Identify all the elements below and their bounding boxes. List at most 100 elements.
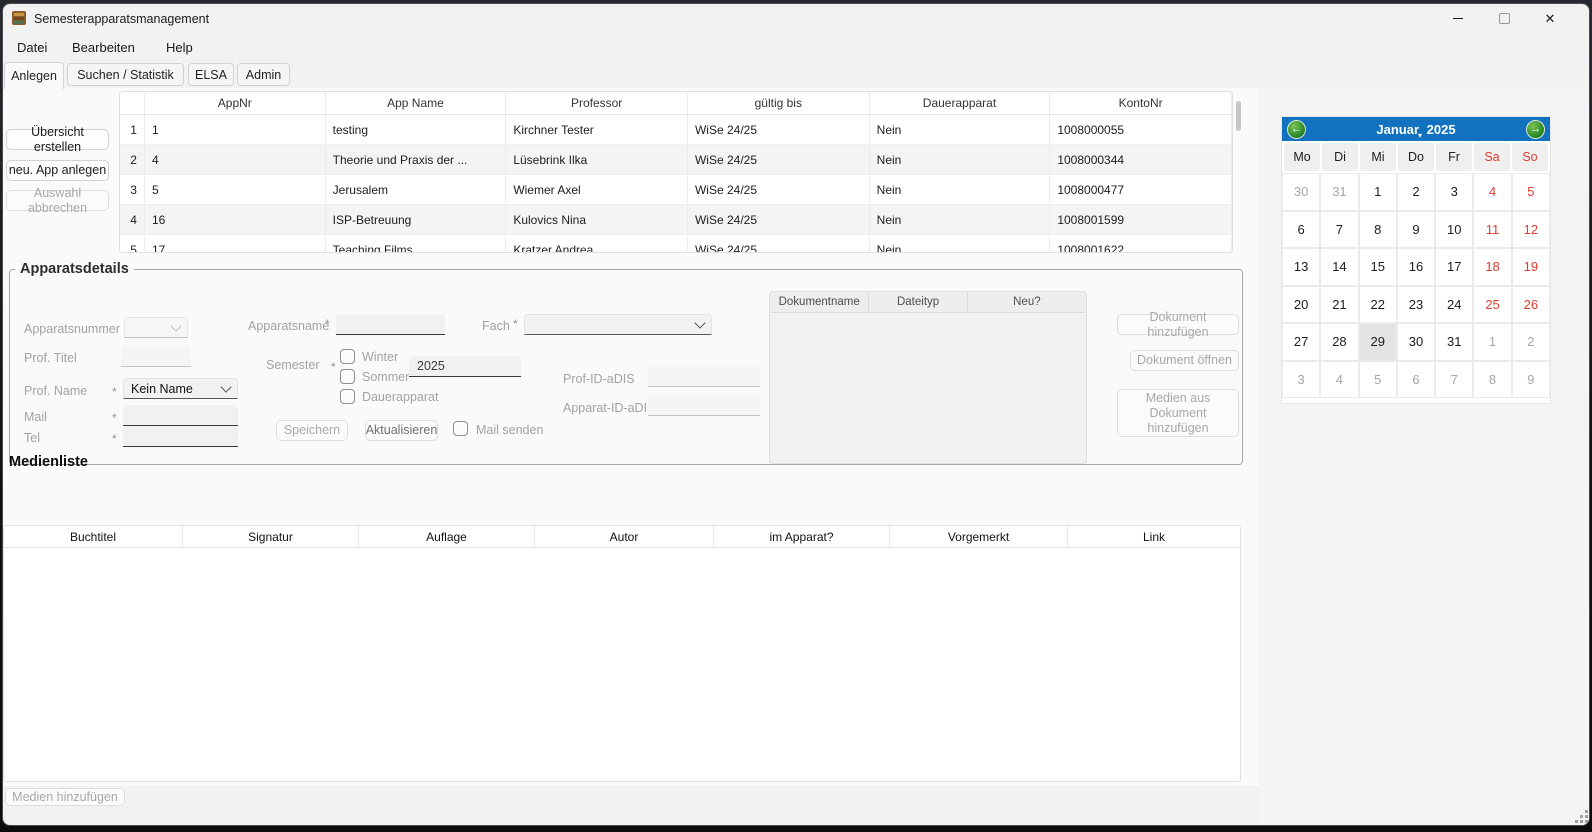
medien-aus-dokument-button[interactable]: Medien aus Dokument hinzufügen xyxy=(1117,389,1239,437)
speichern-button[interactable]: Speichern xyxy=(276,420,348,441)
calendar-day-cell[interactable]: 31 xyxy=(1320,173,1358,211)
calendar-day-cell[interactable]: 28 xyxy=(1320,323,1358,361)
calendar-day-cell[interactable]: 19 xyxy=(1512,248,1550,286)
calendar-day-cell[interactable]: 7 xyxy=(1435,361,1473,399)
calendar-day-cell[interactable]: 7 xyxy=(1320,211,1358,249)
calendar-day-cell[interactable]: 3 xyxy=(1282,361,1320,399)
media-col-header[interactable]: Vorgemerkt xyxy=(890,526,1068,548)
app-table-col-header[interactable]: AppNr xyxy=(145,92,326,114)
mail-field[interactable] xyxy=(123,405,238,426)
calendar-prev-icon[interactable]: ← xyxy=(1287,120,1306,139)
menu-bearbeiten[interactable]: Bearbeiten xyxy=(66,37,141,58)
menu-datei[interactable]: Datei xyxy=(11,37,53,58)
sommer-checkbox[interactable] xyxy=(340,369,355,384)
media-col-header[interactable]: Autor xyxy=(535,526,714,548)
tab-suchen-statistik[interactable]: Suchen / Statistik xyxy=(67,63,184,86)
table-row[interactable]: 11testingKirchner TesterWiSe 24/25Nein10… xyxy=(120,115,1232,145)
resize-grip[interactable] xyxy=(1575,810,1589,824)
media-col-header[interactable]: Signatur xyxy=(183,526,359,548)
calendar-day-cell[interactable]: 14 xyxy=(1320,248,1358,286)
dauerapparat-checkbox[interactable] xyxy=(340,389,355,404)
table-row[interactable]: 517Teaching FilmsKratzer AndreaWiSe 24/2… xyxy=(120,235,1232,253)
calendar-day-cell[interactable]: 22 xyxy=(1359,286,1397,324)
calendar-day-cell[interactable]: 8 xyxy=(1473,361,1511,399)
mail-senden-checkbox[interactable] xyxy=(453,421,468,436)
calendar-day-cell[interactable]: 6 xyxy=(1397,361,1435,399)
dokument-hinzufuegen-button[interactable]: Dokument hinzufügen xyxy=(1117,314,1239,335)
calendar-title[interactable]: Januar▾ 2025 xyxy=(1376,122,1455,137)
media-col-header[interactable]: Buchtitel xyxy=(4,526,183,548)
prof-id-adis-field[interactable] xyxy=(648,366,760,387)
year-field[interactable]: 2025 xyxy=(409,356,521,377)
apparatsname-field[interactable] xyxy=(336,314,445,335)
calendar-day-cell[interactable]: 4 xyxy=(1320,361,1358,399)
app-table-col-header[interactable]: Dauerapparat xyxy=(870,92,1051,114)
tab-admin[interactable]: Admin xyxy=(237,63,290,86)
auswahl-abbrechen-button[interactable]: Auswahl abbrechen xyxy=(6,190,109,211)
prof-titel-field[interactable] xyxy=(121,346,191,367)
aktualisieren-button[interactable]: Aktualisieren xyxy=(365,420,438,441)
calendar-day-cell[interactable]: 10 xyxy=(1435,211,1473,249)
menu-help[interactable]: Help xyxy=(160,37,199,58)
dokument-oeffnen-button[interactable]: Dokument öffnen xyxy=(1130,350,1239,371)
calendar-day-cell[interactable]: 29 xyxy=(1359,323,1397,361)
prof-name-combobox[interactable]: Kein Name xyxy=(123,378,238,399)
calendar-day-cell[interactable]: 25 xyxy=(1473,286,1511,324)
table-row[interactable]: 24Theorie und Praxis der ...Lüsebrink Il… xyxy=(120,145,1232,175)
calendar-day-cell[interactable]: 12 xyxy=(1512,211,1550,249)
calendar-day-cell[interactable]: 5 xyxy=(1512,173,1550,211)
calendar-day-cell[interactable]: 11 xyxy=(1473,211,1511,249)
calendar-day-cell[interactable]: 6 xyxy=(1282,211,1320,249)
calendar-day-cell[interactable]: 4 xyxy=(1473,173,1511,211)
document-col-header[interactable]: Dokumentname xyxy=(770,292,869,313)
document-col-header[interactable]: Neu? xyxy=(968,292,1086,313)
calendar-day-cell[interactable]: 1 xyxy=(1473,323,1511,361)
calendar-day-cell[interactable]: 24 xyxy=(1435,286,1473,324)
app-table-scrollbar[interactable] xyxy=(1236,101,1241,131)
calendar-day-cell[interactable]: 21 xyxy=(1320,286,1358,324)
winter-checkbox[interactable] xyxy=(340,349,355,364)
calendar-day-cell[interactable]: 18 xyxy=(1473,248,1511,286)
calendar-day-cell[interactable]: 9 xyxy=(1512,361,1550,399)
apparat-id-adis-field[interactable] xyxy=(648,395,760,416)
calendar-day-cell[interactable]: 2 xyxy=(1512,323,1550,361)
medien-hinzufuegen-button[interactable]: Medien hinzufügen xyxy=(5,788,125,806)
calendar-day-cell[interactable]: 31 xyxy=(1435,323,1473,361)
close-button[interactable]: ✕ xyxy=(1527,4,1573,32)
app-table-col-header[interactable]: KontoNr xyxy=(1050,92,1232,114)
calendar-day-cell[interactable]: 13 xyxy=(1282,248,1320,286)
calendar-day-cell[interactable]: 8 xyxy=(1359,211,1397,249)
table-row[interactable]: 416ISP-BetreuungKulovics NinaWiSe 24/25N… xyxy=(120,205,1232,235)
calendar-day-cell[interactable]: 5 xyxy=(1359,361,1397,399)
calendar-day-cell[interactable]: 9 xyxy=(1397,211,1435,249)
calendar-day-cell[interactable]: 26 xyxy=(1512,286,1550,324)
media-col-header[interactable]: Auflage xyxy=(359,526,535,548)
calendar-day-cell[interactable]: 30 xyxy=(1282,173,1320,211)
tab-elsa[interactable]: ELSA xyxy=(188,63,234,86)
media-col-header[interactable]: Link xyxy=(1068,526,1240,548)
fach-combobox[interactable] xyxy=(524,314,712,335)
apparatsnummer-combobox[interactable] xyxy=(124,317,188,338)
calendar-next-icon[interactable]: → xyxy=(1526,120,1545,139)
app-table-col-header[interactable]: Professor xyxy=(506,92,688,114)
uebersicht-erstellen-button[interactable]: Übersicht erstellen xyxy=(6,129,109,150)
app-table-col-header[interactable]: gültig bis xyxy=(688,92,870,114)
calendar-day-cell[interactable]: 23 xyxy=(1397,286,1435,324)
table-row[interactable]: 35JerusalemWiemer AxelWiSe 24/25Nein1008… xyxy=(120,175,1232,205)
calendar-day-cell[interactable]: 20 xyxy=(1282,286,1320,324)
calendar-day-cell[interactable]: 15 xyxy=(1359,248,1397,286)
minimize-button[interactable] xyxy=(1435,4,1481,32)
calendar-day-cell[interactable]: 30 xyxy=(1397,323,1435,361)
media-col-header[interactable]: im Apparat? xyxy=(714,526,890,548)
tel-field[interactable] xyxy=(123,426,238,447)
document-col-header[interactable]: Dateityp xyxy=(869,292,967,313)
calendar-day-cell[interactable]: 2 xyxy=(1397,173,1435,211)
calendar-day-cell[interactable]: 17 xyxy=(1435,248,1473,286)
maximize-button[interactable] xyxy=(1481,4,1527,32)
calendar-day-cell[interactable]: 16 xyxy=(1397,248,1435,286)
app-table-col-header[interactable]: App Name xyxy=(326,92,507,114)
calendar-day-cell[interactable]: 27 xyxy=(1282,323,1320,361)
calendar-day-cell[interactable]: 3 xyxy=(1435,173,1473,211)
neu-app-anlegen-button[interactable]: neu. App anlegen xyxy=(6,160,109,181)
tab-anlegen[interactable]: Anlegen xyxy=(4,62,64,89)
